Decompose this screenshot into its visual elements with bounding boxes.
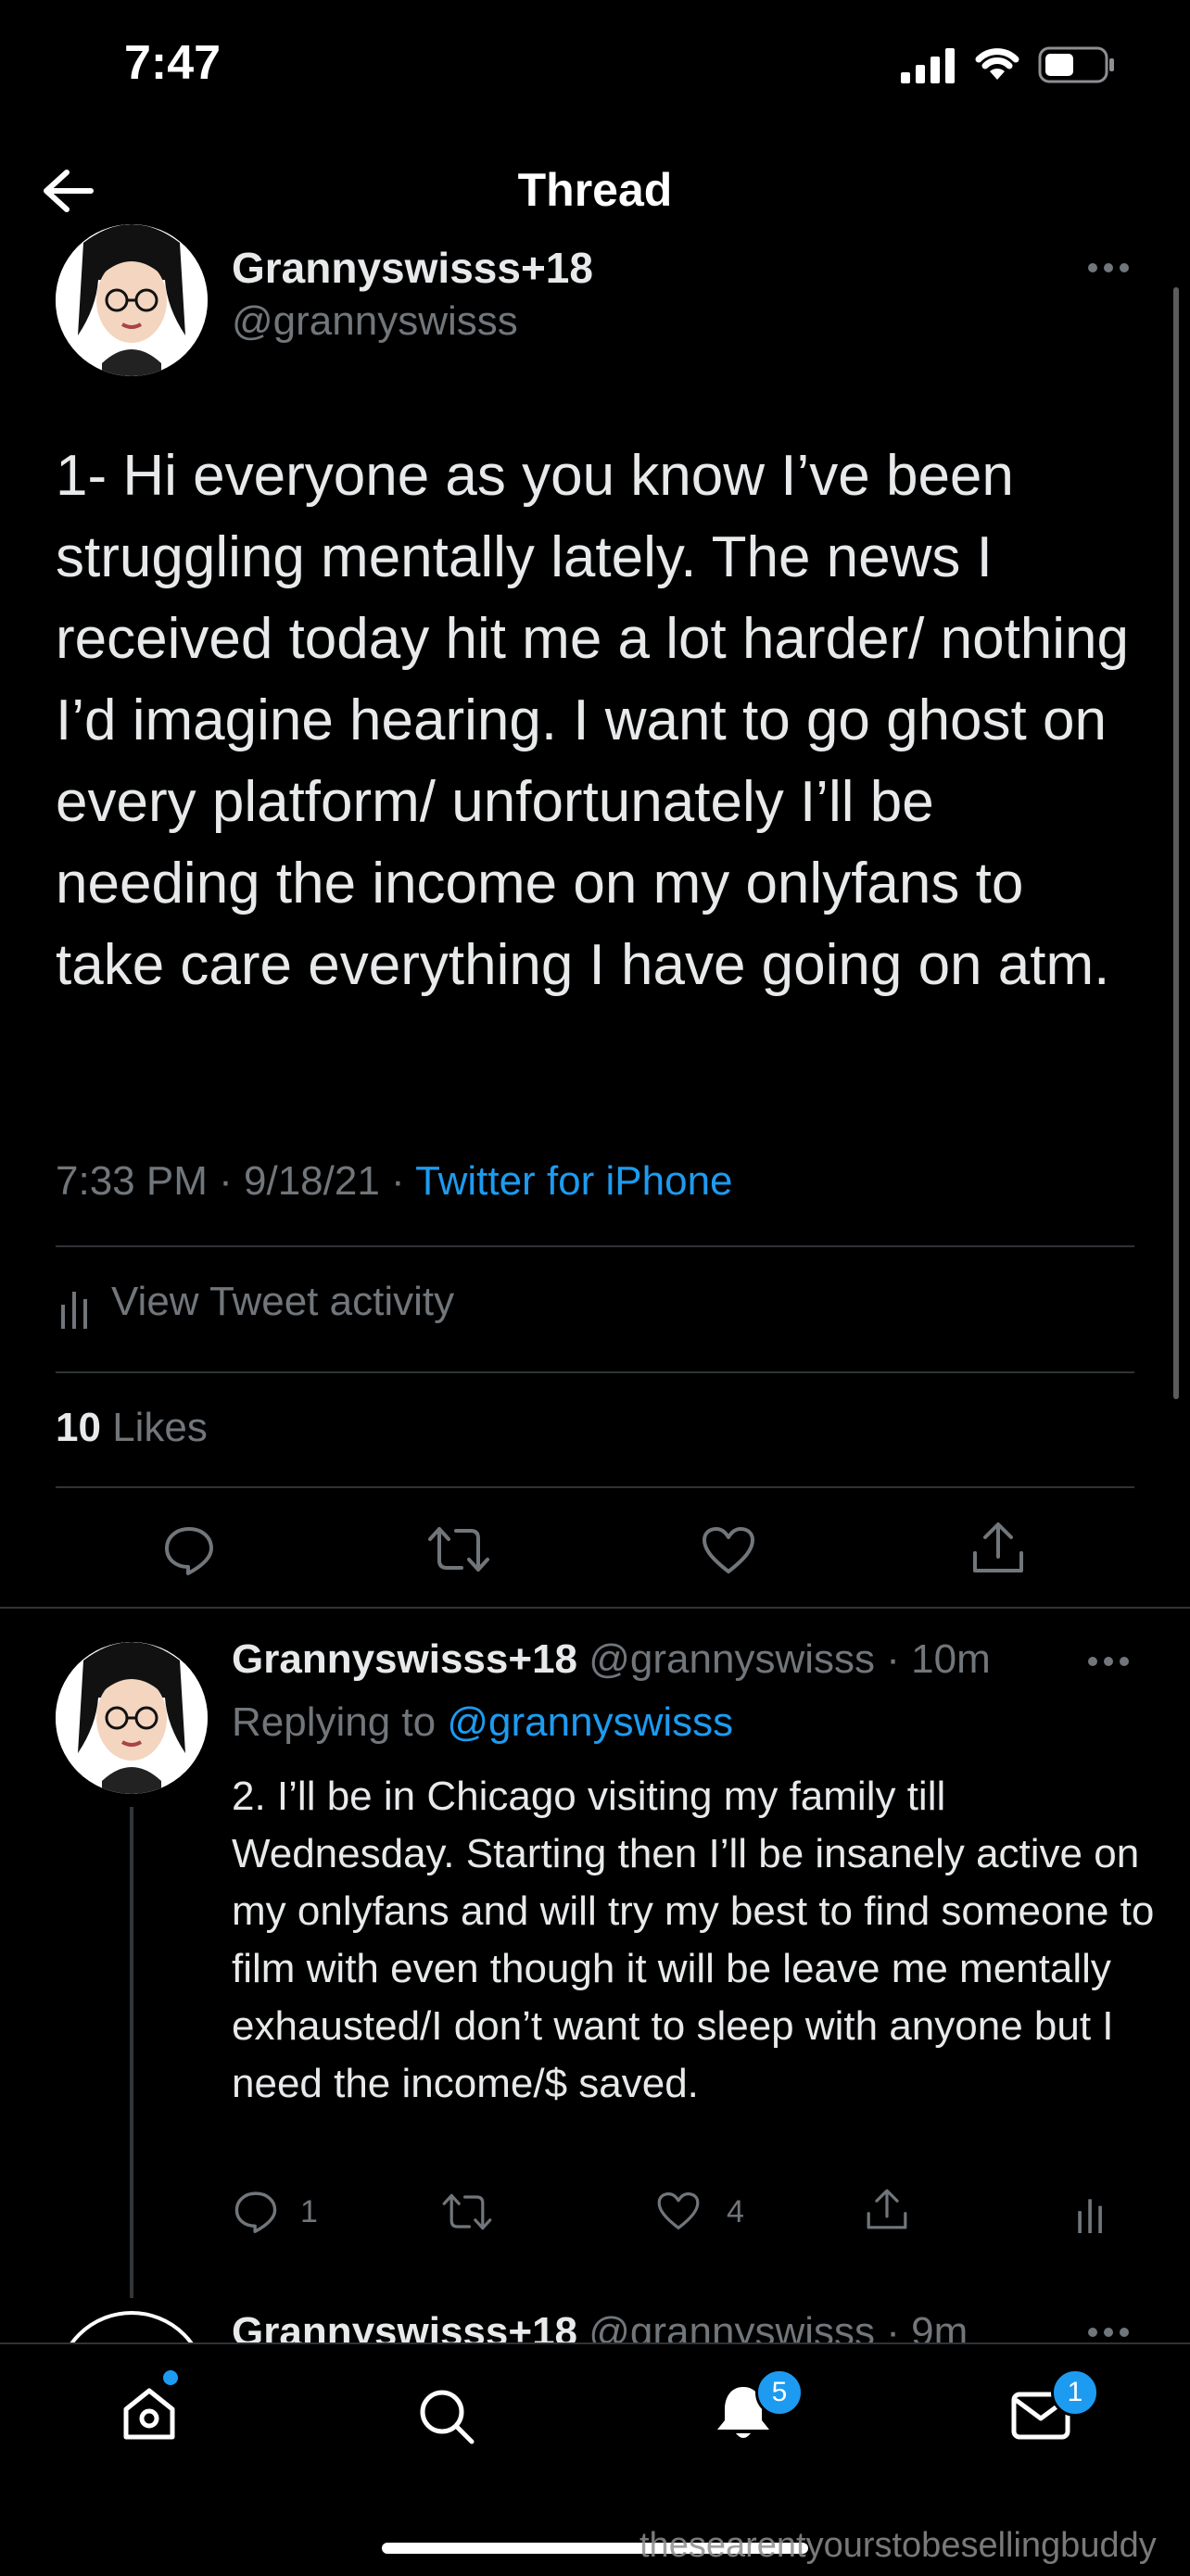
meta-separator: · [219, 1158, 244, 1204]
tweet-analytics-icon[interactable] [1077, 2192, 1105, 2233]
next-tweet-header: Grannyswisss+18 @grannyswisss · 9m [232, 2309, 968, 2342]
battery-icon [1038, 46, 1116, 83]
retweet-icon[interactable] [426, 1525, 491, 1573]
activity-chart-icon [61, 1284, 89, 1329]
watermark-text: thesearentyourstobesellingbuddy [639, 2526, 1157, 2565]
section-divider [0, 1607, 1190, 1609]
reply-icon[interactable] [163, 1523, 215, 1575]
retweet-icon[interactable] [441, 2192, 493, 2231]
more-options-icon[interactable] [1086, 1655, 1131, 1668]
thread-connector-line [130, 1807, 133, 2298]
reply-age: 10m [911, 1636, 991, 1682]
notifications-badge: 5 [755, 2368, 804, 2417]
home-unread-dot [163, 2370, 178, 2385]
tweet-time: 7:33 PM [56, 1158, 208, 1204]
likes-summary[interactable]: 10 Likes [56, 1405, 208, 1451]
meta-separator: · [391, 1158, 416, 1204]
likes-label: Likes [112, 1405, 208, 1450]
view-tweet-activity-label: View Tweet activity [111, 1279, 455, 1324]
reply-count: 1 [300, 2194, 318, 2229]
replying-to: Replying to @grannyswisss [232, 1699, 733, 1746]
replying-to-handle[interactable]: @grannyswisss [447, 1699, 733, 1745]
cellular-signal-icon [901, 46, 956, 83]
status-bar: 7:47 [0, 0, 1190, 139]
next-tweet-preview: Grannyswisss+18 @grannyswisss · 9m [0, 2298, 1190, 2342]
scrollbar[interactable] [1173, 287, 1179, 1399]
replying-to-prefix: Replying to [232, 1699, 437, 1745]
search-icon[interactable] [417, 2387, 476, 2446]
divider [56, 1486, 1134, 1488]
tweet-meta: 7:33 PM · 9/18/21 · Twitter for iPhone [56, 1158, 733, 1205]
messages-badge: 1 [1051, 2368, 1099, 2417]
next-display-name[interactable]: Grannyswisss+18 [232, 2309, 577, 2342]
like-heart-icon[interactable] [701, 1525, 756, 1575]
meta-separator: · [886, 1636, 900, 1682]
reply-header: Grannyswisss+18 @grannyswisss · 10m [232, 1636, 991, 1683]
tweet-text: 1- Hi everyone as you know I’ve been str… [56, 444, 1130, 997]
status-time: 7:47 [124, 36, 222, 90]
share-icon[interactable] [866, 2187, 908, 2231]
tweet-date: 9/18/21 [244, 1158, 380, 1204]
more-options-icon[interactable] [1086, 261, 1131, 274]
reply-handle[interactable]: @grannyswisss [589, 1636, 875, 1682]
tweet-source-link[interactable]: Twitter for iPhone [415, 1158, 732, 1204]
avatar[interactable] [56, 2311, 208, 2342]
tab-bar: 5 1 thesearentyourstobesellingbuddy [0, 2342, 1190, 2576]
wifi-icon [971, 43, 1023, 83]
avatar[interactable] [56, 1642, 208, 1794]
likes-count: 10 [56, 1405, 101, 1450]
like-count: 4 [727, 2194, 744, 2229]
next-handle[interactable]: @grannyswisss [589, 2309, 875, 2342]
share-icon[interactable] [971, 1520, 1025, 1575]
reply-text: 2. I’ll be in Chicago visiting my family… [232, 1774, 1155, 2106]
home-icon[interactable] [120, 2385, 178, 2443]
reply-icon[interactable] [234, 2189, 278, 2233]
meta-separator: · [886, 2309, 900, 2342]
reply-display-name[interactable]: Grannyswisss+18 [232, 1636, 577, 1682]
page-title: Thread [517, 164, 673, 216]
author-display-name[interactable]: Grannyswisss+18 [232, 243, 593, 293]
avatar[interactable] [56, 224, 208, 376]
divider [56, 1245, 1134, 1247]
more-options-icon[interactable] [1086, 2326, 1131, 2339]
author-handle[interactable]: @grannyswisss [232, 298, 518, 345]
divider [56, 1371, 1134, 1373]
like-heart-icon[interactable] [656, 2191, 701, 2231]
next-age: 9m [911, 2309, 968, 2342]
